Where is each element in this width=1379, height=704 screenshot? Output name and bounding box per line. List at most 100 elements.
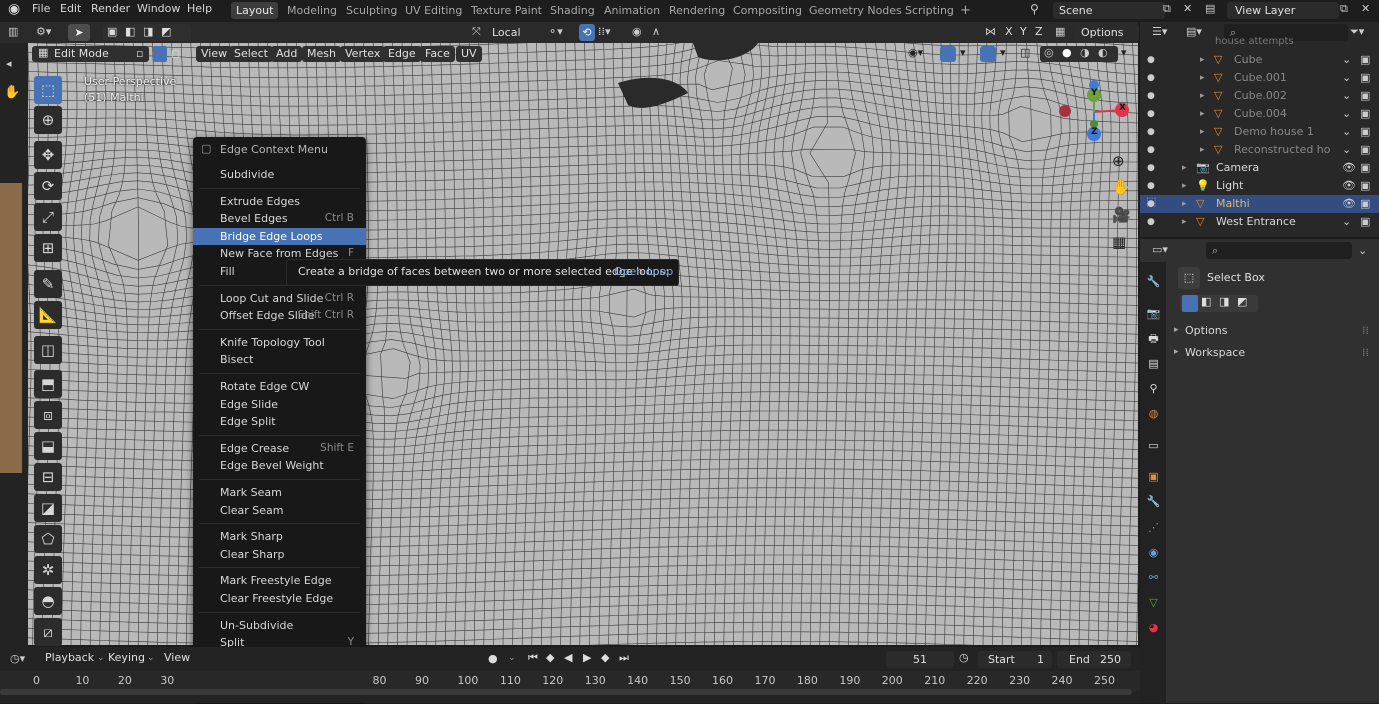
gizmo-dropdown-icon[interactable]: ▾ <box>960 46 966 59</box>
jump-end-icon[interactable]: ⏭ <box>619 651 629 665</box>
render-camera-icon[interactable]: ▣ <box>1360 51 1370 69</box>
select-box-tool-icon[interactable]: ⬚ <box>34 76 62 104</box>
menu-item-subdivide[interactable]: Subdivide <box>193 166 366 183</box>
menu-timeline-view[interactable]: View <box>159 650 195 666</box>
tab-uv-editing[interactable]: UV Editing <box>400 2 467 19</box>
particles-tab-icon[interactable]: ⋰ <box>1146 520 1161 535</box>
tool-tab-icon[interactable]: 🔧 <box>1146 274 1161 289</box>
delete-scene-icon[interactable]: ✕ <box>1183 2 1192 15</box>
menu-item-loop-cut-and-slide[interactable]: Loop Cut and Slide Ctrl R <box>193 290 366 307</box>
tab-geometry-nodes[interactable]: Geometry Nodes <box>804 2 907 19</box>
measure-tool-icon[interactable]: 📐 <box>34 301 62 329</box>
select-tool-icon[interactable]: ➤ <box>68 24 90 41</box>
spin-tool-icon[interactable]: ✲ <box>34 556 62 584</box>
menu-item-edge-split[interactable]: Edge Split <box>193 413 366 430</box>
edge-select-icon[interactable] <box>153 46 167 62</box>
outliner-row-west-entrance[interactable]: ● ▸ ▽ West Entrance ⌄ ▣ <box>1140 213 1379 231</box>
panel-options[interactable]: Options <box>1185 324 1227 337</box>
extrude-tool-icon[interactable]: ⬒ <box>34 370 62 398</box>
visibility-dot-icon[interactable]: ● <box>1147 141 1155 159</box>
timeline-editor-icon[interactable]: ◷▾ <box>10 652 25 665</box>
tab-modeling[interactable]: Modeling <box>282 2 342 19</box>
preview-range-icon[interactable]: ◷ <box>959 651 969 664</box>
shading-dropdown-icon[interactable]: ▾ <box>1121 46 1127 59</box>
current-frame-field[interactable]: 51 <box>886 651 954 668</box>
output-tab-icon[interactable]: 🖶 <box>1146 332 1161 347</box>
pan-hand-icon[interactable]: ✋ <box>1112 178 1131 196</box>
tab-shading[interactable]: Shading <box>545 2 600 19</box>
jump-start-icon[interactable]: ⏮ <box>528 651 538 665</box>
visibility-dot-icon[interactable]: ● <box>1147 87 1155 105</box>
mode-extend-button[interactable]: ◧ <box>1201 295 1211 308</box>
data-tab-icon[interactable]: ▽ <box>1146 595 1161 610</box>
mode-invert-icon[interactable]: ◩ <box>161 25 171 38</box>
menu-window[interactable]: Window <box>137 2 180 15</box>
navigation-gizmo[interactable]: X Y Z <box>1058 80 1134 144</box>
render-camera-icon[interactable]: ▣ <box>1360 69 1370 87</box>
menu-item-mark-sharp[interactable]: Mark Sharp <box>193 528 366 545</box>
expand-arrow-icon[interactable]: ▸ <box>1182 213 1187 231</box>
mirror-y-toggle[interactable]: Y <box>1020 25 1027 38</box>
material-shading-icon[interactable]: ◑ <box>1080 46 1090 59</box>
add-workspace-button[interactable]: + <box>955 2 976 19</box>
bevel-tool-icon[interactable]: ⬓ <box>34 432 62 460</box>
expand-arrow-icon[interactable]: ▸ <box>1200 51 1205 69</box>
expand-arrow-icon[interactable]: ▸ <box>1200 141 1205 159</box>
cursor-tool-icon[interactable]: ⊕ <box>34 106 62 134</box>
menu-view[interactable]: View <box>196 46 233 62</box>
tab-compositing[interactable]: Compositing <box>728 2 807 19</box>
ortho-grid-icon[interactable]: ▦ <box>1112 233 1126 251</box>
render-camera-icon[interactable]: ▣ <box>1360 105 1370 123</box>
eye-icon[interactable]: ⌄ <box>1342 69 1351 87</box>
poly-build-tool-icon[interactable]: ⬠ <box>34 525 62 553</box>
mirror-x-toggle[interactable]: X <box>1005 25 1013 38</box>
select-mode-group[interactable]: ▣ ◧ ◨ ◩ <box>103 24 191 41</box>
menu-edge[interactable]: Edge <box>383 46 421 62</box>
expand-arrow-icon[interactable]: ▸ <box>1200 87 1205 105</box>
add-cube-tool-icon[interactable]: ◫ <box>34 336 62 364</box>
overlay-dropdown-icon[interactable]: ▾ <box>1000 46 1006 59</box>
menu-item-edge-bevel-weight[interactable]: Edge Bevel Weight <box>193 457 366 474</box>
object-tab-icon[interactable]: ▣ <box>1146 469 1161 484</box>
solid-shading-icon[interactable]: ● <box>1062 46 1072 59</box>
menu-edit[interactable]: Edit <box>60 2 81 15</box>
tab-sculpting[interactable]: Sculpting <box>341 2 402 19</box>
mode-set-button[interactable] <box>1182 295 1198 312</box>
menu-playback[interactable]: Playback <box>40 650 99 666</box>
mode-subtract-button[interactable]: ◨ <box>1219 295 1229 308</box>
outliner-row-reconstructed-ho[interactable]: ● ▸ ▽ Reconstructed ho ⌄ ▣ <box>1140 141 1379 159</box>
eye-icon[interactable]: ⌄ <box>1342 123 1351 141</box>
eye-icon[interactable]: ⌄ <box>1342 213 1351 231</box>
outliner-row-cube-001[interactable]: ● ▸ ▽ Cube.001 ⌄ ▣ <box>1140 69 1379 87</box>
camera-view-icon[interactable]: 🎥 <box>1112 206 1131 224</box>
mirror-z-toggle[interactable]: Z <box>1035 25 1043 38</box>
render-camera-icon[interactable]: ▣ <box>1360 123 1370 141</box>
menu-item-edge-crease[interactable]: Edge Crease Shift E <box>193 440 366 457</box>
prev-keyframe-icon[interactable]: ◆ <box>546 651 554 664</box>
tool-dropdown-icon[interactable]: ⚙▾ <box>36 25 51 38</box>
knife-tool-icon[interactable]: ◪ <box>34 494 62 522</box>
outliner-editor-icon[interactable]: ☰▾ <box>1152 25 1167 38</box>
loop-cut-tool-icon[interactable]: ⊟ <box>34 463 62 491</box>
menu-item-bridge-edge-loops[interactable]: Bridge Edge Loops <box>193 227 366 245</box>
menu-item-knife-topology-tool[interactable]: Knife Topology Tool <box>193 334 366 351</box>
menu-uv[interactable]: UV <box>456 46 482 62</box>
menu-render[interactable]: Render <box>91 2 130 15</box>
eye-icon[interactable]: 👁 <box>1342 177 1356 195</box>
overlay-toggle-icon[interactable] <box>980 46 996 62</box>
world-tab-icon[interactable]: ◍ <box>1146 406 1161 421</box>
menu-vertex[interactable]: Vertex <box>340 46 386 62</box>
transform-orientation-dropdown[interactable]: Local <box>486 24 544 41</box>
xray-icon[interactable]: ◫ <box>1020 46 1030 59</box>
hand-icon[interactable]: ✋ <box>4 85 20 100</box>
visibility-dot-icon[interactable]: ● <box>1147 51 1155 69</box>
zoom-icon[interactable]: ⊕ <box>1112 152 1125 170</box>
collapse-arrow-icon[interactable]: ◂ <box>6 57 12 70</box>
expand-arrow-icon[interactable]: ▸ <box>1182 159 1187 177</box>
visibility-icon[interactable]: ◉▾ <box>908 46 923 59</box>
shading-mode-group[interactable]: ◎ ● ◑ ◐ <box>1040 46 1118 62</box>
outliner-row-cube-004[interactable]: ● ▸ ▽ Cube.004 ⌄ ▣ <box>1140 105 1379 123</box>
play-reverse-icon[interactable]: ◀ <box>564 651 572 664</box>
mode-extend-icon[interactable]: ◧ <box>125 25 135 38</box>
new-view-layer-icon[interactable]: ⧉ <box>1340 2 1348 16</box>
